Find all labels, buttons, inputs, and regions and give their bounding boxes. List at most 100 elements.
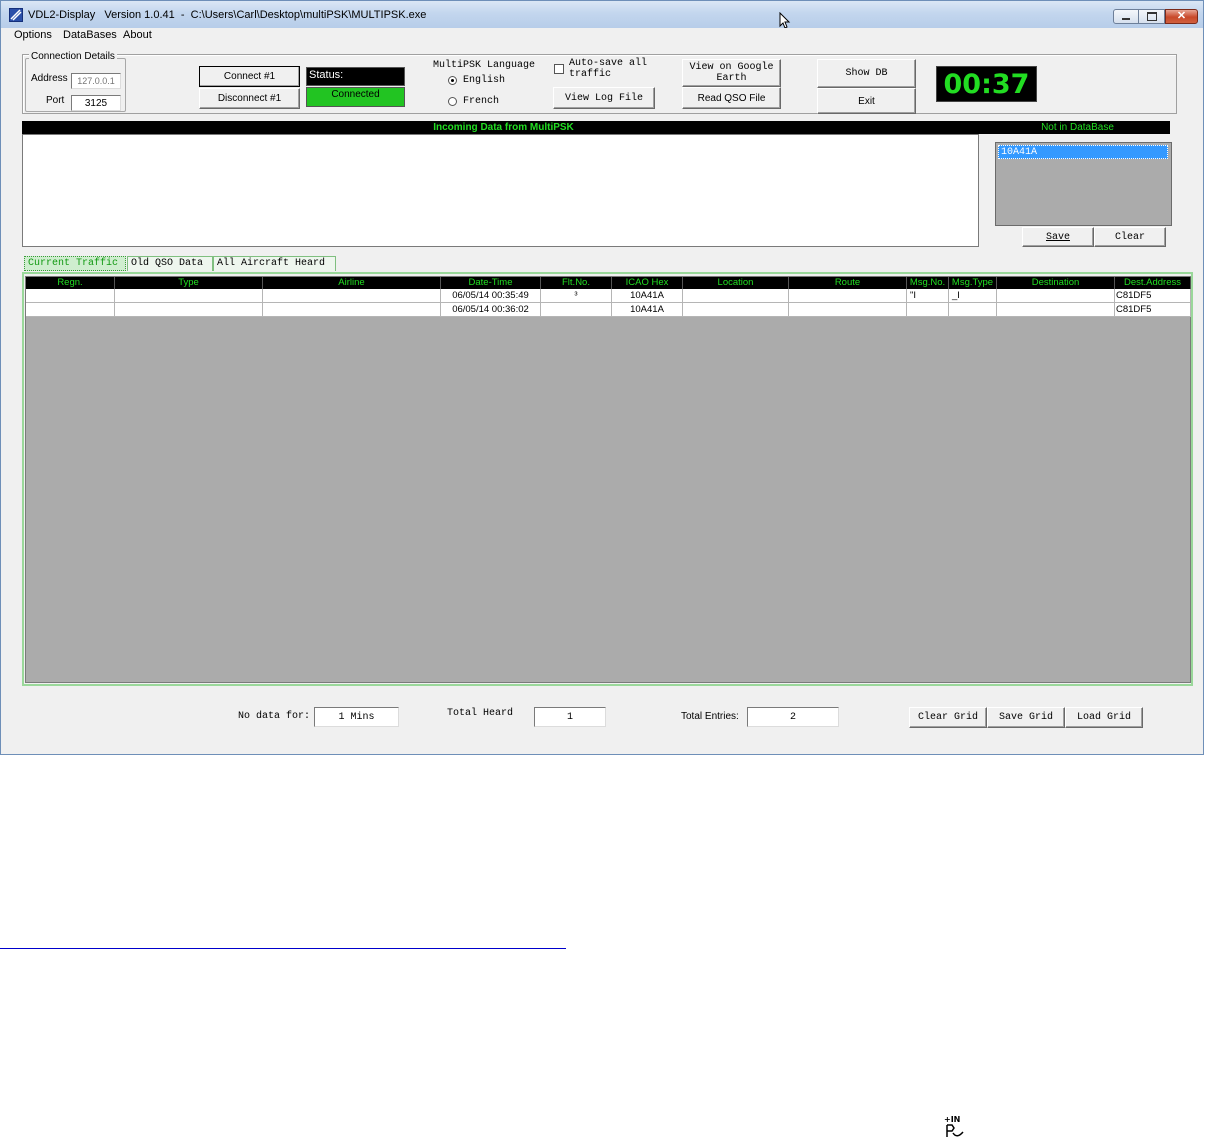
grid-cell[interactable]: C81DF5 xyxy=(1115,289,1191,303)
window-title: VDL2-Display Version 1.0.41 - C:\Users\C… xyxy=(28,9,427,21)
grid-column-header[interactable]: Date-Time xyxy=(441,277,541,289)
grid-cell[interactable]: ³ xyxy=(541,289,612,303)
not-in-db-list-item[interactable]: 10A41A xyxy=(998,145,1168,159)
insert-mode-icon: +IN xyxy=(941,1113,967,1139)
timer-display: 00:37 xyxy=(936,66,1037,102)
grid-cell[interactable] xyxy=(115,289,263,303)
status-label: Status: xyxy=(306,67,405,86)
menu-options[interactable]: Options xyxy=(14,29,52,41)
grid-column-header[interactable]: Dest.Address xyxy=(1115,277,1191,289)
save-label: Save xyxy=(1045,231,1070,243)
total-entries-field: 2 xyxy=(747,707,839,727)
grid-column-header[interactable]: ICAO Hex xyxy=(612,277,683,289)
exit-button[interactable]: Exit xyxy=(817,88,916,114)
grid-column-header[interactable]: Type xyxy=(115,277,263,289)
tab-current-traffic[interactable]: Current Traffic xyxy=(24,256,126,271)
load-grid-button[interactable]: Load Grid xyxy=(1065,707,1143,728)
save-grid-button[interactable]: Save Grid xyxy=(987,707,1065,728)
grid-column-header[interactable]: Regn. xyxy=(26,277,115,289)
connection-details-label: Connection Details xyxy=(29,51,117,62)
grid-cell[interactable]: "I xyxy=(907,289,949,303)
not-in-db-clear-button[interactable]: Clear xyxy=(1094,227,1166,247)
close-icon: ✕ xyxy=(1176,10,1187,22)
grid-column-header[interactable]: Msg.Type xyxy=(949,277,997,289)
grid-column-header[interactable]: Airline xyxy=(263,277,441,289)
grid-cell[interactable]: 06/05/14 00:36:02 xyxy=(441,303,541,317)
grid-cell[interactable] xyxy=(26,303,115,317)
grid-cell[interactable] xyxy=(541,303,612,317)
language-label: MultiPSK Language xyxy=(433,60,536,71)
traffic-grid[interactable]: Regn. Type Airline Date-Time Flt.No. ICAO Hex… xyxy=(25,276,1191,683)
address-field[interactable]: 127.0.0.1 xyxy=(71,73,121,89)
grid-cell[interactable]: C81DF5 xyxy=(1115,303,1191,317)
port-label: Port xyxy=(46,95,65,106)
not-in-db-header: Not in DataBase xyxy=(985,121,1170,134)
grid-column-header[interactable]: Msg.No. xyxy=(907,277,949,289)
autosave-checkbox[interactable] xyxy=(554,64,564,74)
status-badge: Connected xyxy=(306,87,405,107)
hyperlink-underline[interactable] xyxy=(0,948,566,949)
grid-cell[interactable] xyxy=(115,303,263,317)
radio-english-label: English xyxy=(463,75,506,86)
disconnect-button[interactable]: Disconnect #1 xyxy=(199,88,300,109)
grid-body: 06/05/14 00:35:49 ³ 10A41A "I _I C81DF5 06/05/… xyxy=(26,289,1191,319)
radio-english-dot xyxy=(448,76,457,85)
grid-cell[interactable]: _I xyxy=(949,289,997,303)
view-log-button[interactable]: View Log File xyxy=(553,87,655,109)
grid-cell[interactable]: 10A41A xyxy=(612,289,683,303)
grid-cell[interactable] xyxy=(997,303,1115,317)
incoming-data-textarea[interactable] xyxy=(22,134,979,247)
total-entries-label: Total Entries: xyxy=(681,711,739,722)
menu-bar: Options DataBases About xyxy=(1,28,1203,44)
menu-about[interactable]: About xyxy=(123,29,152,41)
radio-french-label: French xyxy=(463,96,500,107)
grid-cell[interactable] xyxy=(789,289,907,303)
not-in-db-list[interactable]: 10A41A xyxy=(995,142,1172,226)
app-icon xyxy=(9,8,23,22)
grid-cell[interactable]: 06/05/14 00:35:49 xyxy=(441,289,541,303)
grid-column-header[interactable]: Route xyxy=(789,277,907,289)
autosave-label: Auto-save all traffic xyxy=(569,58,648,80)
grid-column-header[interactable]: Flt.No. xyxy=(541,277,612,289)
minimize-button[interactable] xyxy=(1113,9,1139,24)
grid-cell[interactable] xyxy=(263,303,441,317)
grid-header: Regn. Type Airline Date-Time Flt.No. ICAO Hex… xyxy=(26,277,1191,289)
connect-button[interactable]: Connect #1 xyxy=(199,66,300,87)
total-heard-label: Total Heard xyxy=(447,708,514,719)
grid-cell[interactable] xyxy=(683,303,789,317)
grid-column-header[interactable]: Destination xyxy=(997,277,1115,289)
grid-cell[interactable] xyxy=(907,303,949,317)
radio-english[interactable]: English xyxy=(448,75,538,87)
grid-cell[interactable] xyxy=(26,289,115,303)
tab-old-qso-data[interactable]: Old QSO Data xyxy=(127,256,213,271)
close-button[interactable]: ✕ xyxy=(1165,9,1198,24)
minimize-icon xyxy=(1122,18,1130,20)
maximize-icon xyxy=(1146,12,1157,21)
not-in-db-save-button[interactable]: Save xyxy=(1022,227,1094,247)
menu-databases[interactable]: DataBases xyxy=(63,29,117,41)
show-db-button[interactable]: Show DB xyxy=(817,59,916,88)
incoming-data-header: Incoming Data from MultiPSK xyxy=(22,121,985,134)
total-heard-field: 1 xyxy=(534,707,606,727)
grid-cell[interactable]: 10A41A xyxy=(612,303,683,317)
grid-cell[interactable] xyxy=(789,303,907,317)
radio-french-dot xyxy=(448,97,457,106)
port-field[interactable]: 3125 xyxy=(71,95,121,111)
clear-grid-button[interactable]: Clear Grid xyxy=(909,707,987,728)
svg-text:+IN: +IN xyxy=(944,1115,960,1124)
view-google-earth-button[interactable]: View on Google Earth xyxy=(682,59,781,87)
no-data-label: No data for: xyxy=(238,711,311,722)
grid-column-header[interactable]: Location xyxy=(683,277,789,289)
grid-cell[interactable] xyxy=(263,289,441,303)
no-data-field[interactable]: 1 Mins xyxy=(314,707,399,727)
grid-cell[interactable] xyxy=(997,289,1115,303)
read-qso-button[interactable]: Read QSO File xyxy=(682,87,781,109)
address-label: Address xyxy=(31,73,68,84)
maximize-button[interactable] xyxy=(1139,9,1165,24)
grid-cell[interactable] xyxy=(683,289,789,303)
grid-cell[interactable] xyxy=(949,303,997,317)
tab-strip: Current Traffic Old QSO Data All Aircraf… xyxy=(24,256,344,272)
title-bar[interactable]: VDL2-Display Version 1.0.41 - C:\Users\C… xyxy=(1,1,1203,28)
tab-all-aircraft-heard[interactable]: All Aircraft Heard xyxy=(213,256,336,271)
radio-french[interactable]: French xyxy=(448,96,538,108)
